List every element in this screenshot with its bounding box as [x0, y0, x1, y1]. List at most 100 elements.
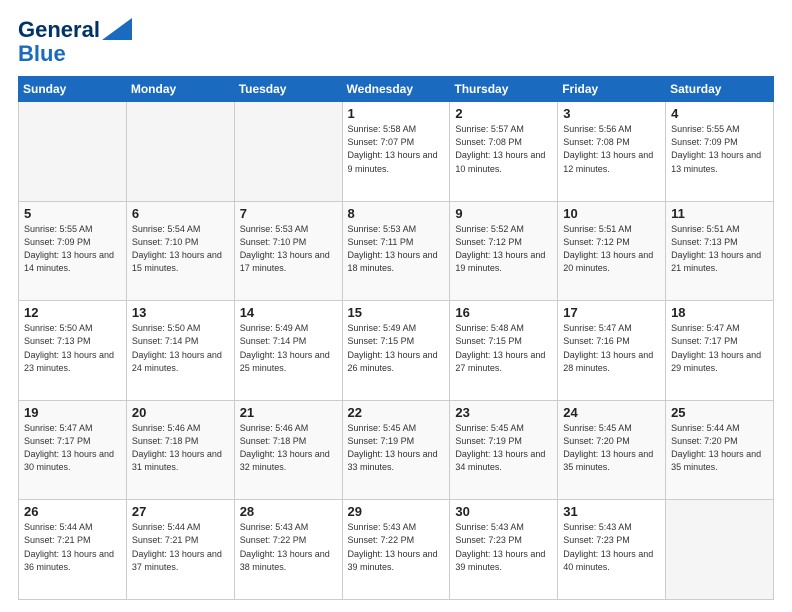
week-row-3: 12 Sunrise: 5:50 AMSunset: 7:13 PMDayligh…	[19, 301, 774, 401]
logo-icon	[102, 18, 132, 40]
day-cell: 6Sunrise: 5:54 AMSunset: 7:10 PMDaylight…	[126, 201, 234, 301]
day-cell: 7 Sunrise: 5:53 AMSunset: 7:10 PMDaylight…	[234, 201, 342, 301]
day-number: 23	[455, 405, 552, 420]
day-number: 20	[132, 405, 229, 420]
day-number: 30	[455, 504, 552, 519]
page: General Blue SundayMondayTuesdayWednesda…	[0, 0, 792, 612]
day-info: Sunrise: 5:47 AMSunset: 7:17 PMDaylight:…	[671, 322, 768, 374]
day-cell: 22 Sunrise: 5:45 AMSunset: 7:19 PMDayligh…	[342, 400, 450, 500]
day-cell: 31Sunrise: 5:43 AMSunset: 7:23 PMDayligh…	[558, 500, 666, 600]
day-info: Sunrise: 5:48 AMSunset: 7:15 PMDaylight:…	[455, 322, 552, 374]
day-number: 19	[24, 405, 121, 420]
day-info: Sunrise: 5:55 AMSunset: 7:09 PMDaylight:…	[671, 123, 768, 175]
day-header-saturday: Saturday	[666, 77, 774, 102]
day-cell: 25Sunrise: 5:44 AMSunset: 7:20 PMDayligh…	[666, 400, 774, 500]
day-number: 9	[455, 206, 552, 221]
day-cell: 10 Sunrise: 5:51 AMSunset: 7:12 PMDayligh…	[558, 201, 666, 301]
day-number: 10	[563, 206, 660, 221]
day-cell: 13Sunrise: 5:50 AMSunset: 7:14 PMDayligh…	[126, 301, 234, 401]
day-info: Sunrise: 5:54 AMSunset: 7:10 PMDaylight:…	[132, 223, 229, 275]
day-number: 25	[671, 405, 768, 420]
day-info: Sunrise: 5:50 AMSunset: 7:14 PMDaylight:…	[132, 322, 229, 374]
day-info: Sunrise: 5:47 AMSunset: 7:16 PMDaylight:…	[563, 322, 660, 374]
calendar: SundayMondayTuesdayWednesdayThursdayFrid…	[18, 76, 774, 600]
day-cell	[19, 102, 127, 202]
day-number: 18	[671, 305, 768, 320]
day-cell: 28 Sunrise: 5:43 AMSunset: 7:22 PMDayligh…	[234, 500, 342, 600]
day-number: 31	[563, 504, 660, 519]
day-cell: 3 Sunrise: 5:56 AMSunset: 7:08 PMDaylight…	[558, 102, 666, 202]
day-cell	[126, 102, 234, 202]
day-number: 16	[455, 305, 552, 320]
day-cell	[666, 500, 774, 600]
day-number: 8	[348, 206, 445, 221]
day-cell: 8 Sunrise: 5:53 AMSunset: 7:11 PMDaylight…	[342, 201, 450, 301]
day-cell: 21 Sunrise: 5:46 AMSunset: 7:18 PMDayligh…	[234, 400, 342, 500]
day-cell: 29 Sunrise: 5:43 AMSunset: 7:22 PMDayligh…	[342, 500, 450, 600]
day-number: 2	[455, 106, 552, 121]
day-number: 17	[563, 305, 660, 320]
day-cell: 20 Sunrise: 5:46 AMSunset: 7:18 PMDayligh…	[126, 400, 234, 500]
day-info: Sunrise: 5:45 AMSunset: 7:19 PMDaylight:…	[348, 422, 445, 474]
day-number: 21	[240, 405, 337, 420]
day-info: Sunrise: 5:58 AMSunset: 7:07 PMDaylight:…	[348, 123, 445, 175]
day-header-monday: Monday	[126, 77, 234, 102]
week-row-1: 1 Sunrise: 5:58 AMSunset: 7:07 PMDaylight…	[19, 102, 774, 202]
day-number: 28	[240, 504, 337, 519]
day-number: 5	[24, 206, 121, 221]
day-info: Sunrise: 5:49 AMSunset: 7:15 PMDaylight:…	[348, 322, 445, 374]
day-number: 7	[240, 206, 337, 221]
day-number: 1	[348, 106, 445, 121]
day-info: Sunrise: 5:45 AMSunset: 7:19 PMDaylight:…	[455, 422, 552, 474]
day-header-friday: Friday	[558, 77, 666, 102]
day-info: Sunrise: 5:44 AMSunset: 7:21 PMDaylight:…	[24, 521, 121, 573]
day-info: Sunrise: 5:57 AMSunset: 7:08 PMDaylight:…	[455, 123, 552, 175]
day-info: Sunrise: 5:44 AMSunset: 7:21 PMDaylight:…	[132, 521, 229, 573]
day-info: Sunrise: 5:46 AMSunset: 7:18 PMDaylight:…	[240, 422, 337, 474]
day-cell: 30Sunrise: 5:43 AMSunset: 7:23 PMDayligh…	[450, 500, 558, 600]
week-row-4: 19Sunrise: 5:47 AMSunset: 7:17 PMDayligh…	[19, 400, 774, 500]
day-number: 14	[240, 305, 337, 320]
day-cell: 9 Sunrise: 5:52 AMSunset: 7:12 PMDaylight…	[450, 201, 558, 301]
day-number: 12	[24, 305, 121, 320]
day-header-tuesday: Tuesday	[234, 77, 342, 102]
calendar-header-row: SundayMondayTuesdayWednesdayThursdayFrid…	[19, 77, 774, 102]
day-number: 26	[24, 504, 121, 519]
day-info: Sunrise: 5:53 AMSunset: 7:11 PMDaylight:…	[348, 223, 445, 275]
day-number: 29	[348, 504, 445, 519]
day-cell: 14Sunrise: 5:49 AMSunset: 7:14 PMDayligh…	[234, 301, 342, 401]
day-info: Sunrise: 5:51 AMSunset: 7:13 PMDaylight:…	[671, 223, 768, 275]
day-cell: 24Sunrise: 5:45 AMSunset: 7:20 PMDayligh…	[558, 400, 666, 500]
day-info: Sunrise: 5:43 AMSunset: 7:22 PMDaylight:…	[348, 521, 445, 573]
day-cell: 26 Sunrise: 5:44 AMSunset: 7:21 PMDayligh…	[19, 500, 127, 600]
day-info: Sunrise: 5:56 AMSunset: 7:08 PMDaylight:…	[563, 123, 660, 175]
day-info: Sunrise: 5:53 AMSunset: 7:10 PMDaylight:…	[240, 223, 337, 275]
day-cell: 1 Sunrise: 5:58 AMSunset: 7:07 PMDaylight…	[342, 102, 450, 202]
day-header-thursday: Thursday	[450, 77, 558, 102]
day-number: 4	[671, 106, 768, 121]
day-number: 22	[348, 405, 445, 420]
day-info: Sunrise: 5:43 AMSunset: 7:22 PMDaylight:…	[240, 521, 337, 573]
logo-blue: Blue	[18, 42, 132, 66]
day-number: 3	[563, 106, 660, 121]
day-cell: 2 Sunrise: 5:57 AMSunset: 7:08 PMDaylight…	[450, 102, 558, 202]
logo: General Blue	[18, 18, 132, 66]
day-cell: 5 Sunrise: 5:55 AMSunset: 7:09 PMDaylight…	[19, 201, 127, 301]
day-info: Sunrise: 5:55 AMSunset: 7:09 PMDaylight:…	[24, 223, 121, 275]
day-cell: 18 Sunrise: 5:47 AMSunset: 7:17 PMDayligh…	[666, 301, 774, 401]
day-info: Sunrise: 5:46 AMSunset: 7:18 PMDaylight:…	[132, 422, 229, 474]
day-cell: 15 Sunrise: 5:49 AMSunset: 7:15 PMDayligh…	[342, 301, 450, 401]
day-cell	[234, 102, 342, 202]
day-cell: 12 Sunrise: 5:50 AMSunset: 7:13 PMDayligh…	[19, 301, 127, 401]
day-number: 27	[132, 504, 229, 519]
day-info: Sunrise: 5:50 AMSunset: 7:13 PMDaylight:…	[24, 322, 121, 374]
day-info: Sunrise: 5:51 AMSunset: 7:12 PMDaylight:…	[563, 223, 660, 275]
day-info: Sunrise: 5:52 AMSunset: 7:12 PMDaylight:…	[455, 223, 552, 275]
day-cell: 19Sunrise: 5:47 AMSunset: 7:17 PMDayligh…	[19, 400, 127, 500]
day-number: 15	[348, 305, 445, 320]
day-cell: 4 Sunrise: 5:55 AMSunset: 7:09 PMDaylight…	[666, 102, 774, 202]
day-cell: 23 Sunrise: 5:45 AMSunset: 7:19 PMDayligh…	[450, 400, 558, 500]
day-cell: 27 Sunrise: 5:44 AMSunset: 7:21 PMDayligh…	[126, 500, 234, 600]
day-info: Sunrise: 5:45 AMSunset: 7:20 PMDaylight:…	[563, 422, 660, 474]
day-header-sunday: Sunday	[19, 77, 127, 102]
